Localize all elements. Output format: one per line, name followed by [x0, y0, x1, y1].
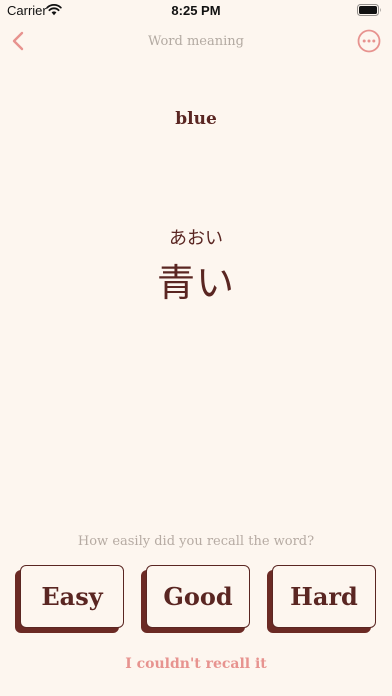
nav-bar: Word meaning	[0, 22, 392, 62]
word-kanji: 青い	[156, 261, 235, 305]
battery-icon	[357, 4, 381, 16]
easy-button[interactable]: Easy	[20, 565, 124, 628]
more-circle-icon[interactable]	[356, 28, 382, 54]
good-button[interactable]: Good	[146, 565, 250, 628]
page-title: Word meaning	[148, 34, 244, 49]
word-meaning: blue	[175, 109, 217, 129]
couldnt-recall-button[interactable]: I couldn't recall it	[0, 656, 392, 672]
status-time: 8:25 PM	[171, 3, 221, 18]
status-bar: Carrier 8:25 PM	[0, 0, 392, 22]
word-reading: あおい	[169, 228, 223, 249]
hard-button[interactable]: Hard	[272, 565, 376, 628]
recall-prompt: How easily did you recall the word?	[77, 534, 315, 549]
